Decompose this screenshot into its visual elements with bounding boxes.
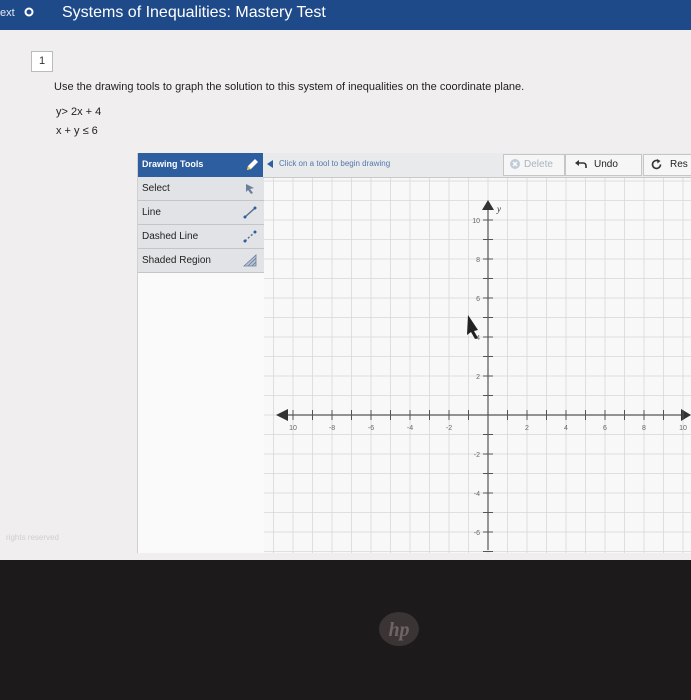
undo-icon bbox=[575, 160, 587, 168]
inequality-1: y> 2x + 4 bbox=[56, 106, 102, 118]
screen: ext Systems of Inequalities: Mastery Tes… bbox=[0, 0, 691, 560]
tool-select-label: Select bbox=[142, 183, 170, 194]
x-tick-label: -4 bbox=[407, 425, 413, 432]
svg-text:hp: hp bbox=[388, 619, 409, 641]
dashed-line-icon bbox=[243, 230, 257, 243]
tool-select[interactable]: Select bbox=[138, 177, 264, 201]
reset-button[interactable]: Res bbox=[643, 154, 691, 176]
x-tick-label: 10 bbox=[679, 425, 687, 432]
page-title: Systems of Inequalities: Mastery Test bbox=[62, 4, 326, 21]
coordinate-plane[interactable]: y10 -8 -6 -4 -2 2 4 6 8 10108642-2-4-6 bbox=[264, 178, 691, 553]
x-axis-arrow-left bbox=[276, 409, 288, 421]
drawing-tools-header: Drawing Tools bbox=[138, 153, 264, 177]
tool-line[interactable]: Line bbox=[138, 201, 264, 225]
reset-icon bbox=[651, 159, 662, 170]
y-tick-label: -4 bbox=[474, 491, 480, 498]
x-tick-label: -8 bbox=[329, 425, 335, 432]
y-tick-label: 6 bbox=[476, 296, 480, 303]
delete-label: Delete bbox=[524, 159, 553, 170]
x-tick-label: -6 bbox=[368, 425, 374, 432]
pencil-icon bbox=[247, 159, 258, 170]
pointer-icon bbox=[246, 184, 254, 194]
x-tick-label: 4 bbox=[564, 425, 568, 432]
x-tick-label: -2 bbox=[446, 425, 452, 432]
hp-logo: hp bbox=[379, 612, 419, 646]
drawing-tools-panel: Drawing Tools Select Line Dashed Line Sh… bbox=[137, 153, 265, 553]
tool-shaded-region[interactable]: Shaded Region bbox=[138, 249, 264, 273]
rights-reserved-text: rights reserved bbox=[6, 533, 59, 542]
x-tick-label: 6 bbox=[603, 425, 607, 432]
y-axis-arrow-up bbox=[482, 200, 494, 210]
undo-button[interactable]: Undo bbox=[565, 154, 642, 176]
title-bar: ext Systems of Inequalities: Mastery Tes… bbox=[0, 0, 691, 30]
tool-dashed-line-label: Dashed Line bbox=[142, 231, 199, 242]
undo-label: Undo bbox=[594, 159, 618, 170]
line-icon bbox=[243, 206, 257, 219]
delete-icon bbox=[510, 159, 520, 169]
x-tick-label: 2 bbox=[525, 425, 529, 432]
triangle-left-icon bbox=[267, 160, 273, 168]
question-number: 1 bbox=[31, 51, 53, 72]
tool-dashed-line[interactable]: Dashed Line bbox=[138, 225, 264, 249]
shaded-region-icon bbox=[242, 254, 257, 267]
circle-icon[interactable] bbox=[24, 7, 34, 17]
x-tick-label: 10 bbox=[289, 425, 297, 432]
tool-line-label: Line bbox=[142, 207, 161, 218]
y-tick-label: 10 bbox=[472, 218, 480, 225]
delete-button[interactable]: Delete bbox=[503, 154, 565, 176]
x-tick-label: 8 bbox=[642, 425, 646, 432]
y-tick-label: 8 bbox=[476, 257, 480, 264]
y-axis-label: y bbox=[496, 204, 501, 214]
inequality-2: x + y ≤ 6 bbox=[56, 125, 98, 137]
drawing-tools-title: Drawing Tools bbox=[142, 159, 204, 169]
toolbar-hint: Click on a tool to begin drawing bbox=[279, 159, 391, 168]
tool-shaded-region-label: Shaded Region bbox=[142, 255, 211, 266]
y-tick-label: -2 bbox=[474, 452, 480, 459]
graph-toolbar: Click on a tool to begin drawing Delete … bbox=[263, 153, 691, 178]
y-tick-label: -6 bbox=[474, 530, 480, 537]
question-instructions: Use the drawing tools to graph the solut… bbox=[54, 81, 525, 93]
next-label[interactable]: ext bbox=[0, 7, 15, 19]
y-tick-label: 2 bbox=[476, 374, 480, 381]
reset-label: Res bbox=[670, 159, 688, 170]
